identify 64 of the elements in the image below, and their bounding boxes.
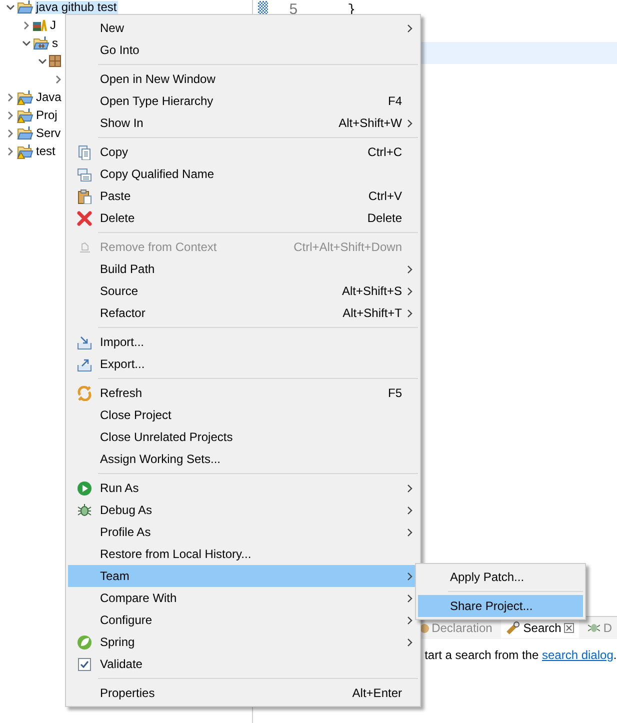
menu-item[interactable]: Open in New Window bbox=[68, 68, 418, 90]
books-icon bbox=[33, 18, 47, 32]
menu-item[interactable]: Paste Ctrl+V bbox=[68, 185, 418, 207]
tree-item[interactable]: J bbox=[49, 18, 57, 32]
menu-item[interactable]: New bbox=[68, 17, 418, 39]
checkbox-icon bbox=[76, 656, 92, 672]
delete-icon bbox=[76, 210, 92, 226]
export-icon bbox=[76, 356, 92, 372]
chevron-right-icon[interactable] bbox=[6, 128, 15, 138]
menu-item[interactable]: Show In Alt+Shift+W bbox=[68, 112, 418, 134]
menu-item[interactable]: Build Path bbox=[68, 258, 418, 280]
declaration-icon bbox=[420, 624, 429, 632]
menu-item[interactable]: Share Project... bbox=[418, 595, 583, 617]
bug-icon bbox=[588, 622, 600, 634]
line-number: 5 bbox=[288, 0, 298, 18]
leaf-icon bbox=[76, 634, 92, 650]
menu-item[interactable]: Refactor Alt+Shift+T bbox=[68, 302, 418, 324]
menu-item[interactable]: Validate bbox=[68, 653, 418, 675]
chevron-down-icon[interactable] bbox=[38, 56, 47, 66]
tree-item[interactable]: Java bbox=[35, 90, 62, 104]
menu-item[interactable]: Import... bbox=[68, 331, 418, 353]
menu-item[interactable]: Delete Delete bbox=[68, 207, 418, 229]
chevron-right-icon[interactable] bbox=[54, 74, 63, 84]
tree-item[interactable]: test bbox=[35, 144, 56, 158]
import-icon bbox=[76, 334, 92, 350]
menu-item[interactable]: Source Alt+Shift+S bbox=[68, 280, 418, 302]
menu-item[interactable]: Close Unrelated Projects bbox=[68, 426, 418, 448]
menu-item[interactable]: Properties Alt+Enter bbox=[68, 682, 418, 704]
chevron-down-icon[interactable] bbox=[6, 2, 15, 12]
menu-item[interactable]: Copy Qualified Name bbox=[68, 163, 418, 185]
chevron-down-icon[interactable] bbox=[22, 38, 31, 48]
menu-item[interactable]: Go Into bbox=[68, 39, 418, 61]
menu-item[interactable]: Apply Patch... bbox=[418, 566, 583, 588]
copy-icon bbox=[76, 166, 92, 182]
chevron-right-icon[interactable] bbox=[6, 146, 15, 156]
menu-item[interactable]: Team bbox=[68, 565, 418, 587]
refresh-icon bbox=[76, 386, 92, 400]
chevron-right-icon[interactable] bbox=[22, 20, 31, 30]
paste-icon bbox=[76, 188, 92, 204]
menu-item[interactable]: Profile As bbox=[68, 521, 418, 543]
chevron-right-icon[interactable] bbox=[6, 110, 15, 120]
copy-icon bbox=[76, 144, 92, 160]
search-dialog-link[interactable]: search dialog bbox=[542, 648, 614, 662]
panel-tab[interactable]: Search bbox=[501, 618, 580, 638]
tree-item[interactable]: Serv bbox=[35, 126, 62, 140]
menu-item[interactable]: Assign Working Sets... bbox=[68, 448, 418, 470]
menu-item[interactable]: Open Type Hierarchy F4 bbox=[68, 90, 418, 112]
change-marker bbox=[258, 0, 268, 16]
menu-item[interactable]: Close Project bbox=[68, 404, 418, 426]
menu-item[interactable]: Refresh F5 bbox=[68, 382, 418, 404]
tree-item[interactable]: Proj bbox=[35, 108, 58, 122]
menu-item[interactable]: Run As bbox=[68, 477, 418, 499]
close-icon[interactable] bbox=[564, 623, 574, 633]
package-icon bbox=[49, 55, 61, 67]
menu-item[interactable]: Debug As bbox=[68, 499, 418, 521]
tree-item[interactable]: s bbox=[51, 36, 59, 50]
tree-item[interactable]: java github test bbox=[35, 0, 118, 14]
bug-icon bbox=[76, 502, 92, 518]
menu-item[interactable]: Restore from Local History... bbox=[68, 543, 418, 565]
chevron-right-icon[interactable] bbox=[6, 92, 15, 102]
menu-item[interactable]: Copy Ctrl+C bbox=[68, 141, 418, 163]
play-icon bbox=[76, 480, 92, 496]
menu-item[interactable]: Compare With bbox=[68, 587, 418, 609]
menu-item[interactable]: Export... bbox=[68, 353, 418, 375]
